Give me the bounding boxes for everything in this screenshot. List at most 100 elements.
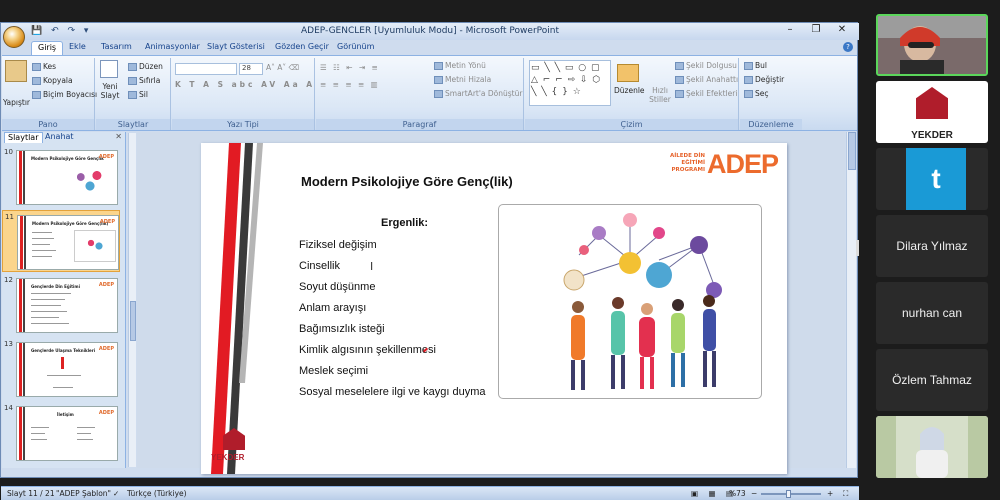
participant-tile-yekder[interactable]: YEKDER <box>876 81 988 143</box>
office-button[interactable] <box>3 26 25 48</box>
tab-slayt-gosterisi[interactable]: Slayt Gösterisi <box>201 41 271 55</box>
format-painter-button[interactable]: Biçim Boyacısı <box>32 90 97 99</box>
close-button[interactable]: ✕ <box>829 24 855 35</box>
zoom-out-icon[interactable]: − <box>751 489 757 498</box>
select-button[interactable]: Seç <box>744 89 769 98</box>
smartart-button[interactable]: SmartArt'a Dönüştür <box>434 89 522 98</box>
group-slaytlar: Yeni Slayt Düzen Sıfırla Sil Slaytlar <box>96 58 171 130</box>
slide-thumbnail-selected[interactable]: 11 Modern Psikolojiye Göre Genç(lik) ADE… <box>2 210 120 272</box>
paste-button[interactable]: Yapıştır <box>3 98 30 107</box>
shape-fill-button[interactable]: Şekil Dolgusu <box>675 61 737 70</box>
slide[interactable]: Modern Psikolojiye Göre Genç(lik) AİLEDE… <box>201 143 787 474</box>
delete-button[interactable]: Sil <box>128 90 148 99</box>
new-slide-icon[interactable] <box>100 60 118 78</box>
quick-styles-button[interactable]: Hızlı Stiller <box>645 86 675 104</box>
participant-video-tile[interactable] <box>876 14 988 76</box>
zoom-slider[interactable] <box>761 493 821 495</box>
yekder-emblem-icon <box>916 87 948 119</box>
slide-thumbnail[interactable]: 10 Modern Psikolojiye Göre Gençlik ADEP <box>2 146 120 208</box>
font-size-combo[interactable]: 28 <box>239 63 263 75</box>
thumb-number: 11 <box>5 213 14 221</box>
bullet-item[interactable]: Cinsellik <box>299 260 340 272</box>
tab-tasarim[interactable]: Tasarım <box>95 41 138 55</box>
font-name-combo[interactable] <box>175 63 237 75</box>
zoom-slider-thumb[interactable] <box>786 490 791 498</box>
reset-icon <box>128 77 137 85</box>
shape-outline-button[interactable]: Şekil Anahattı <box>675 75 738 84</box>
participant-tile[interactable]: nurhan can <box>876 282 988 344</box>
yekder-logo-text: YEKDER <box>211 453 245 462</box>
tab-anahat[interactable]: Anahat <box>42 132 77 143</box>
tab-gozden-gecir[interactable]: Gözden Geçir <box>269 41 335 55</box>
new-slide-button[interactable]: Yeni Slayt <box>97 82 123 100</box>
panel-resize-handle[interactable] <box>856 240 859 256</box>
bullet-item[interactable]: Bağımsızlık isteği <box>299 323 385 335</box>
slide-thumbnail[interactable]: 12 Gençlerde Din Eğitimi ADEP <box>2 274 120 336</box>
scrollbar-thumb[interactable] <box>848 132 856 170</box>
group-label-duzenleme: Düzenleme <box>740 119 802 130</box>
shape-effects-button[interactable]: Şekil Efektleri <box>675 89 737 98</box>
layout-button[interactable]: Düzen <box>128 62 163 71</box>
people-network-image[interactable] <box>498 204 762 399</box>
zoom-in-icon[interactable]: + <box>827 489 833 498</box>
thumb-logo: ADEP <box>98 410 114 416</box>
tab-ekle[interactable]: Ekle <box>63 41 92 55</box>
group-pano: Yapıştır Kes Kopyala Biçim Boyacısı Pano <box>2 58 97 130</box>
ribbon: Yapıştır Kes Kopyala Biçim Boyacısı Pano… <box>2 55 857 131</box>
slides-pane-scrollbar[interactable] <box>128 133 136 467</box>
tab-gorunum[interactable]: Görünüm <box>331 41 380 55</box>
bullet-item[interactable]: Soyut düşünme <box>299 281 375 293</box>
text-direction-button[interactable]: Metin Yönü <box>434 61 486 70</box>
participant-tile[interactable]: Özlem Tahmaz <box>876 349 988 411</box>
close-pane-icon[interactable]: ✕ <box>115 132 122 141</box>
cursor-icon <box>744 90 753 98</box>
replace-button[interactable]: Değiştir <box>744 75 784 84</box>
cut-button[interactable]: Kes <box>32 62 56 71</box>
find-button[interactable]: Bul <box>744 61 767 70</box>
slide-subtitle[interactable]: Ergenlik: <box>381 217 428 229</box>
participant-name: YEKDER <box>911 130 953 141</box>
copy-button[interactable]: Kopyala <box>32 76 73 85</box>
bullet-item[interactable]: Kimlik algısının şekillenmesi <box>299 344 436 356</box>
slide-title[interactable]: Modern Psikolojiye Göre Genç(lik) <box>301 174 513 189</box>
arrange-icon[interactable] <box>617 64 639 82</box>
reset-button[interactable]: Sıfırla <box>128 76 160 85</box>
slide-vertical-scrollbar[interactable] <box>846 132 856 468</box>
restore-button[interactable]: ❐ <box>803 24 829 35</box>
participant-tile[interactable]: Dilara Yılmaz <box>876 215 988 277</box>
arrange-button[interactable]: Düzenle <box>614 86 645 95</box>
shapes-gallery[interactable]: ▭ ╲ ╲ ▭ ○ ▢ △ ⌐ ⌐ ⇨ ⇩ ⬡ ╲ ╲ { } ☆ <box>529 60 611 106</box>
bullet-item[interactable]: Anlam arayışı <box>299 302 366 314</box>
help-icon[interactable]: ? <box>843 42 853 52</box>
list-buttons[interactable]: ☰ ☷ ⇤ ⇥ ≡ <box>320 63 380 72</box>
slide-thumbnail[interactable]: 14 İletişim ADEP <box>2 402 120 464</box>
spellcheck-icon[interactable]: ✓ <box>113 489 119 498</box>
align-text-button[interactable]: Metni Hizala <box>434 75 491 84</box>
thumb-preview: Gençlerde Din Eğitimi ADEP <box>16 278 118 333</box>
slide-stripes <box>211 143 263 474</box>
participant-tile-t[interactable]: t <box>876 148 988 210</box>
thumb-logo: ADEP <box>98 282 114 288</box>
paste-icon[interactable] <box>5 60 27 82</box>
font-format-buttons[interactable]: K T A S abc AV Aa A <box>175 80 315 89</box>
bullet-item[interactable]: Fiziksel değişim <box>299 239 377 251</box>
font-grow-icon[interactable]: A˄ A˅ ⌫ <box>266 63 299 72</box>
tab-animasyonlar[interactable]: Animasyonlar <box>139 41 206 55</box>
participant-video-tile[interactable] <box>876 416 988 478</box>
slide-thumbnail[interactable]: 13 Gençlerde Ulaşma Teknikleri ADEP <box>2 338 120 400</box>
tab-giris[interactable]: Giriş <box>31 41 64 55</box>
minimize-button[interactable]: – <box>777 24 803 35</box>
fit-window-icon[interactable]: ⛶ <box>843 489 848 499</box>
scrollbar-thumb[interactable] <box>130 301 136 341</box>
group-duzenleme: Bul Değiştir Seç Düzenleme <box>740 58 802 130</box>
bullet-item[interactable]: Sosyal meselelere ilgi ve kaygı duyma <box>299 386 485 398</box>
align-buttons[interactable]: ≡ ≡ ≡ ≡ ▥ <box>320 80 380 89</box>
participant-video <box>876 416 988 478</box>
tab-slaytlar[interactable]: Slaytlar <box>4 132 43 143</box>
powerpoint-window: ADEP-GENCLER [Uyumluluk Modu] - Microsof… <box>0 22 859 500</box>
participant-video <box>878 16 986 74</box>
language-indicator[interactable]: Türkçe (Türkiye) <box>127 489 187 498</box>
bullet-item[interactable]: Meslek seçimi <box>299 365 368 377</box>
zoom-level[interactable]: %73 <box>729 489 746 498</box>
quick-access-toolbar[interactable]: 💾 ↶ ↷ ▾ <box>31 26 91 36</box>
